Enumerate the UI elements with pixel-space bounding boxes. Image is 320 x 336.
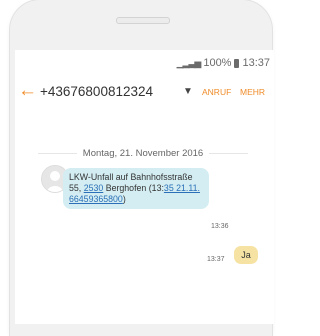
call-button[interactable]: ANRUF (202, 87, 231, 97)
battery-icon (234, 58, 240, 68)
outgoing-message-time: 13:37 (207, 256, 225, 263)
battery-percent: 100% (203, 57, 232, 69)
date-label: Montag, 21. November 2016 (82, 147, 204, 159)
message-text-part: ) (122, 194, 126, 204)
contact-number[interactable]: +43676800812324 (40, 84, 153, 99)
messaging-screen: ▁▂▃▅ 100% 13:37 ← +43676800812324 ▼ ANRU… (15, 50, 274, 324)
status-bar: ▁▂▃▅ 100% 13:37 (15, 50, 274, 76)
date-divider: Montag, 21. November 2016 (38, 146, 248, 160)
status-indicators: ▁▂▃▅ 100% 13:37 (177, 57, 270, 69)
more-button[interactable]: MEHR (240, 87, 265, 97)
outgoing-message-bubble[interactable]: Ja (234, 246, 258, 264)
clock: 13:37 (242, 57, 270, 69)
message-text-part: Berghofen (13: (103, 183, 164, 193)
postal-code-link[interactable]: 2530 (84, 183, 104, 193)
arrow-left-icon[interactable]: ← (18, 81, 37, 101)
signal-icon: ▁▂▃▅ (176, 57, 202, 68)
incoming-message-time: 13:36 (211, 223, 229, 230)
speaker-grille (116, 17, 170, 24)
outgoing-message-text: Ja (241, 250, 251, 260)
incoming-message-bubble[interactable]: LKW-Unfall auf Bahnhofsstraße 55, 2530 B… (63, 168, 209, 209)
divider-line-left (38, 152, 77, 154)
divider-line-right (209, 152, 248, 154)
conversation-header: ← +43676800812324 ▼ ANRUF MEHR (15, 77, 274, 107)
triangle-down-icon[interactable]: ▼ (183, 86, 193, 97)
